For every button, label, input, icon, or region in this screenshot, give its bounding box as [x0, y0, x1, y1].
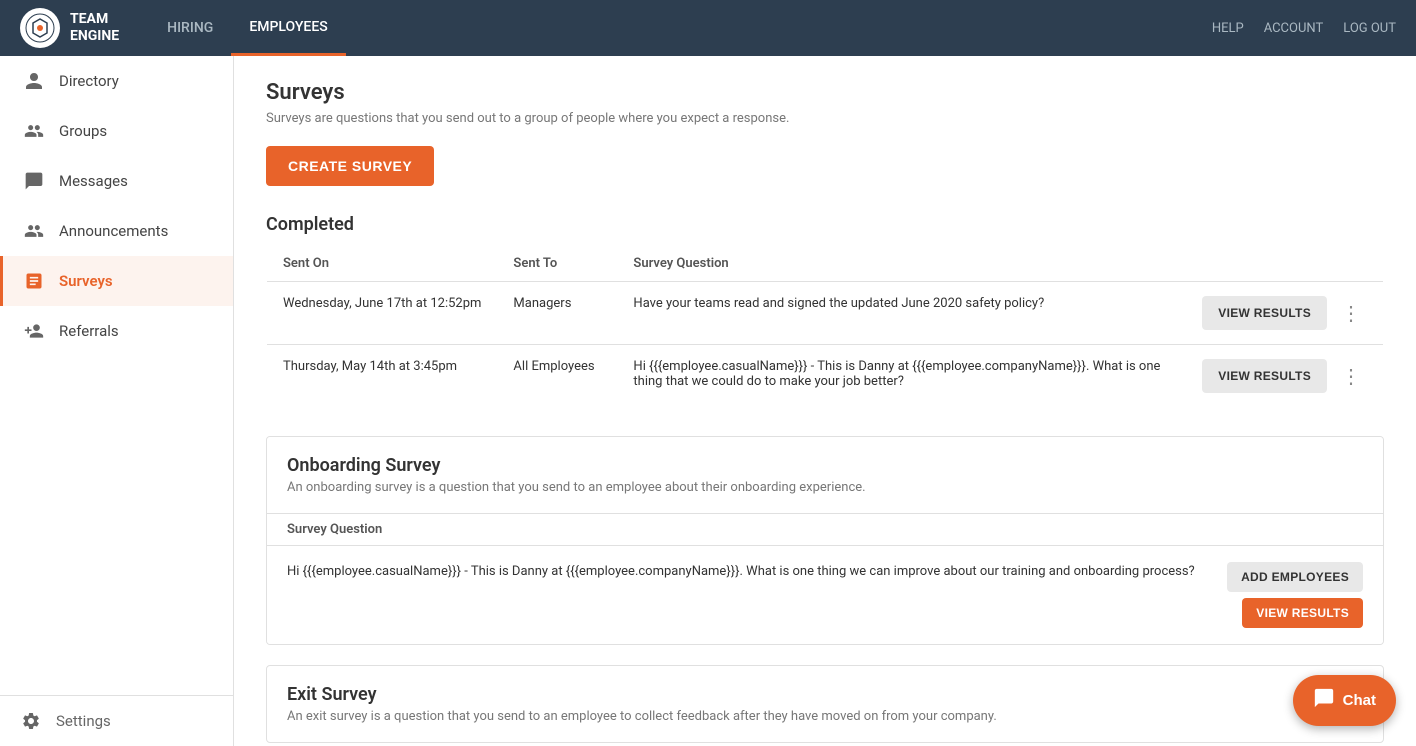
row2-more-options[interactable]: ⋮ [1335, 364, 1367, 388]
sidebar-item-groups[interactable]: Groups [0, 106, 233, 156]
surveys-icon [23, 270, 45, 292]
sidebar-settings[interactable]: Settings [0, 695, 234, 746]
sidebar-label-surveys: Surveys [59, 272, 113, 290]
sidebar: Directory Groups Messages Announcements … [0, 56, 234, 746]
completed-table: Sent On Sent To Survey Question Wednesda… [266, 245, 1384, 408]
announcements-icon [23, 220, 45, 242]
sidebar-item-directory[interactable]: Directory [0, 56, 233, 106]
onboarding-title: Onboarding Survey [287, 455, 1363, 476]
col-question: Survey Question [617, 246, 1186, 282]
nav-employees[interactable]: EMPLOYEES [231, 0, 345, 56]
view-results-button-1[interactable]: VIEW RESULTS [1202, 296, 1327, 330]
person-icon [23, 70, 45, 92]
nav-account[interactable]: ACCOUNT [1264, 21, 1324, 36]
completed-section-title: Completed [266, 214, 1384, 235]
onboarding-header: Onboarding Survey An onboarding survey i… [267, 437, 1383, 513]
exit-survey-section: Exit Survey An exit survey is a question… [266, 665, 1384, 743]
add-employees-button[interactable]: ADD EMPLOYEES [1227, 562, 1363, 592]
col-sent-to: Sent To [497, 246, 617, 282]
nav-hiring[interactable]: HIRING [149, 0, 231, 56]
view-results-button-2[interactable]: VIEW RESULTS [1202, 359, 1327, 393]
referrals-icon [23, 320, 45, 342]
sidebar-item-messages[interactable]: Messages [0, 156, 233, 206]
exit-survey-title: Exit Survey [287, 684, 1363, 705]
sidebar-footer-label: Settings [56, 712, 111, 730]
row2-sent-on: Thursday, May 14th at 3:45pm [267, 345, 498, 408]
settings-icon [20, 710, 42, 732]
onboarding-survey-section: Onboarding Survey An onboarding survey i… [266, 436, 1384, 645]
nav-links: HIRING EMPLOYEES [149, 0, 1212, 56]
col-actions [1186, 246, 1383, 282]
surveys-title: Surveys [266, 80, 1384, 105]
nav-help[interactable]: HELP [1212, 21, 1244, 36]
onboarding-actions: ADD EMPLOYEES VIEW RESULTS [1227, 562, 1363, 628]
onboarding-view-results-button[interactable]: VIEW RESULTS [1242, 598, 1363, 628]
table-row: Thursday, May 14th at 3:45pm All Employe… [267, 345, 1384, 408]
chat-label: Chat [1343, 692, 1376, 709]
main-content: Surveys Surveys are questions that you s… [234, 56, 1416, 746]
col-sent-on: Sent On [267, 246, 498, 282]
row2-actions: VIEW RESULTS ⋮ [1186, 345, 1383, 408]
sidebar-item-announcements[interactable]: Announcements [0, 206, 233, 256]
sidebar-label-announcements: Announcements [59, 222, 168, 240]
row1-more-options[interactable]: ⋮ [1335, 301, 1367, 325]
table-row: Wednesday, June 17th at 12:52pm Managers… [267, 282, 1384, 345]
main-layout: Directory Groups Messages Announcements … [0, 56, 1416, 746]
surveys-description: Surveys are questions that you send out … [266, 111, 1384, 126]
top-navigation: TEAM ENGINE HIRING EMPLOYEES HELP ACCOUN… [0, 0, 1416, 56]
sidebar-label-referrals: Referrals [59, 322, 119, 340]
row2-sent-to: All Employees [497, 345, 617, 408]
sidebar-label-messages: Messages [59, 172, 128, 190]
onboarding-col-header: Survey Question [267, 513, 1383, 546]
row1-actions: VIEW RESULTS ⋮ [1186, 282, 1383, 345]
onboarding-description: An onboarding survey is a question that … [287, 480, 1363, 495]
sidebar-item-surveys[interactable]: Surveys [0, 256, 233, 306]
nav-right: HELP ACCOUNT LOG OUT [1212, 21, 1396, 36]
chat-bubble-icon [1313, 687, 1335, 714]
exit-survey-description: An exit survey is a question that you se… [287, 709, 1363, 724]
messages-icon [23, 170, 45, 192]
nav-logout[interactable]: LOG OUT [1343, 21, 1396, 36]
row1-question: Have your teams read and signed the upda… [617, 282, 1186, 345]
onboarding-question: Hi {{{employee.casualName}}} - This is D… [287, 562, 1207, 582]
logo[interactable]: TEAM ENGINE [20, 8, 119, 48]
sidebar-item-referrals[interactable]: Referrals [0, 306, 233, 356]
logo-icon [20, 8, 60, 48]
logo-text: TEAM ENGINE [70, 11, 119, 45]
group-icon [23, 120, 45, 142]
row1-sent-to: Managers [497, 282, 617, 345]
create-survey-button[interactable]: CREATE SURVEY [266, 146, 434, 186]
chat-button[interactable]: Chat [1293, 675, 1396, 726]
sidebar-label-directory: Directory [59, 72, 119, 90]
sidebar-label-groups: Groups [59, 122, 107, 140]
onboarding-row: Hi {{{employee.casualName}}} - This is D… [267, 546, 1383, 644]
row1-sent-on: Wednesday, June 17th at 12:52pm [267, 282, 498, 345]
row2-question: Hi {{{employee.casualName}}} - This is D… [617, 345, 1186, 408]
